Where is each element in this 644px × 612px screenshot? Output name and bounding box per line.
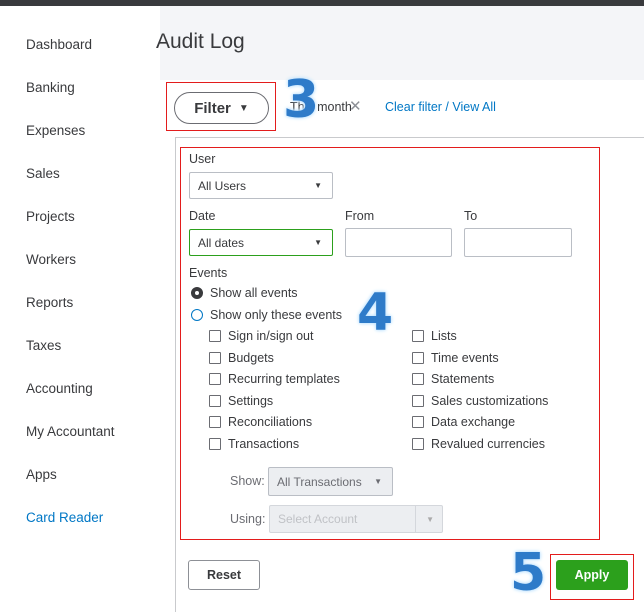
sidebar-item-dashboard[interactable]: Dashboard xyxy=(26,37,92,52)
using-label: Using: xyxy=(230,512,266,526)
event-checkbox[interactable] xyxy=(412,351,424,364)
event-checkbox-label: Statements xyxy=(431,372,495,387)
sidebar-item-sales[interactable]: Sales xyxy=(26,166,60,181)
date-value: All dates xyxy=(198,235,245,250)
show-label: Show: xyxy=(230,474,265,488)
event-checkbox[interactable] xyxy=(209,438,221,450)
event-checkbox-label: Reconciliations xyxy=(228,415,313,430)
show-value: All Transactions xyxy=(277,474,362,489)
sidebar-item-reports[interactable]: Reports xyxy=(26,295,73,310)
event-checkbox[interactable] xyxy=(412,373,424,386)
user-label: User xyxy=(189,152,216,166)
events-label: Events xyxy=(189,266,228,280)
event-checkbox[interactable] xyxy=(209,351,221,364)
event-checkbox-label: Revalued currencies xyxy=(431,437,545,451)
event-checkbox-label: Recurring templates xyxy=(228,372,340,387)
sidebar-item-accounting[interactable]: Accounting xyxy=(26,381,93,396)
sidebar-item-workers[interactable]: Workers xyxy=(26,252,76,267)
event-checkbox-label: Data exchange xyxy=(431,415,516,430)
caret-down-icon: ▼ xyxy=(314,181,322,190)
apply-button[interactable]: Apply xyxy=(556,560,628,590)
page-title: Audit Log xyxy=(156,30,245,53)
caret-down-icon: ▼ xyxy=(314,238,322,247)
sidebar-item-projects[interactable]: Projects xyxy=(26,209,75,224)
using-select: Select Account ▼ xyxy=(269,505,443,533)
sidebar-item-apps[interactable]: Apps xyxy=(26,467,57,482)
step-3-marker: 3 xyxy=(283,70,320,130)
user-value: All Users xyxy=(198,178,247,193)
event-checkbox-label: Budgets xyxy=(228,350,274,365)
event-checkbox[interactable] xyxy=(412,330,424,342)
event-checkbox[interactable] xyxy=(412,394,424,407)
radio-show-all-label: Show all events xyxy=(210,286,298,300)
clear-filter-link[interactable]: Clear filter / View All xyxy=(385,100,496,114)
from-label: From xyxy=(345,209,375,223)
highlight-box xyxy=(166,82,276,131)
sidebar-item-banking[interactable]: Banking xyxy=(26,80,75,95)
sidebar-item-expenses[interactable]: Expenses xyxy=(26,123,85,138)
radio-show-only[interactable] xyxy=(191,309,203,321)
sidebar-item-card-reader[interactable]: Card Reader xyxy=(26,510,103,525)
event-checkbox-label: Settings xyxy=(228,393,274,408)
show-select: All Transactions ▼ xyxy=(268,467,393,496)
step-5-marker: 5 xyxy=(510,543,547,603)
from-date-input[interactable] xyxy=(345,228,452,257)
event-checkbox-label: Time events xyxy=(431,350,499,365)
caret-down-icon: ▼ xyxy=(426,514,434,524)
caret-down-icon: ▼ xyxy=(374,477,382,486)
step-4-marker: 4 xyxy=(357,283,394,343)
sidebar-item-taxes[interactable]: Taxes xyxy=(26,338,61,353)
event-checkbox[interactable] xyxy=(412,416,424,429)
to-date-input[interactable] xyxy=(464,228,572,257)
close-icon[interactable]: ✕ xyxy=(349,97,362,115)
sidebar-item-my-accountant[interactable]: My Accountant xyxy=(26,424,115,439)
event-checkbox-label: Sales customizations xyxy=(431,393,549,408)
event-checkbox[interactable] xyxy=(209,394,221,407)
event-checkbox[interactable] xyxy=(209,373,221,386)
reset-button[interactable]: Reset xyxy=(188,560,260,590)
event-checkbox[interactable] xyxy=(209,330,221,342)
date-label: Date xyxy=(189,209,216,223)
event-checkbox-label: Sign in/sign out xyxy=(228,329,314,343)
using-placeholder: Select Account xyxy=(278,512,358,526)
event-checkbox[interactable] xyxy=(412,438,424,450)
event-checkbox[interactable] xyxy=(209,416,221,429)
user-select[interactable]: All Users ▼ xyxy=(189,172,333,199)
date-select[interactable]: All dates ▼ xyxy=(189,229,333,256)
event-checkbox-label: Lists xyxy=(431,329,457,343)
radio-show-all[interactable] xyxy=(191,287,203,299)
to-label: To xyxy=(464,209,478,223)
radio-show-only-label: Show only these events xyxy=(210,308,343,322)
event-checkbox-label: Transactions xyxy=(228,437,300,451)
